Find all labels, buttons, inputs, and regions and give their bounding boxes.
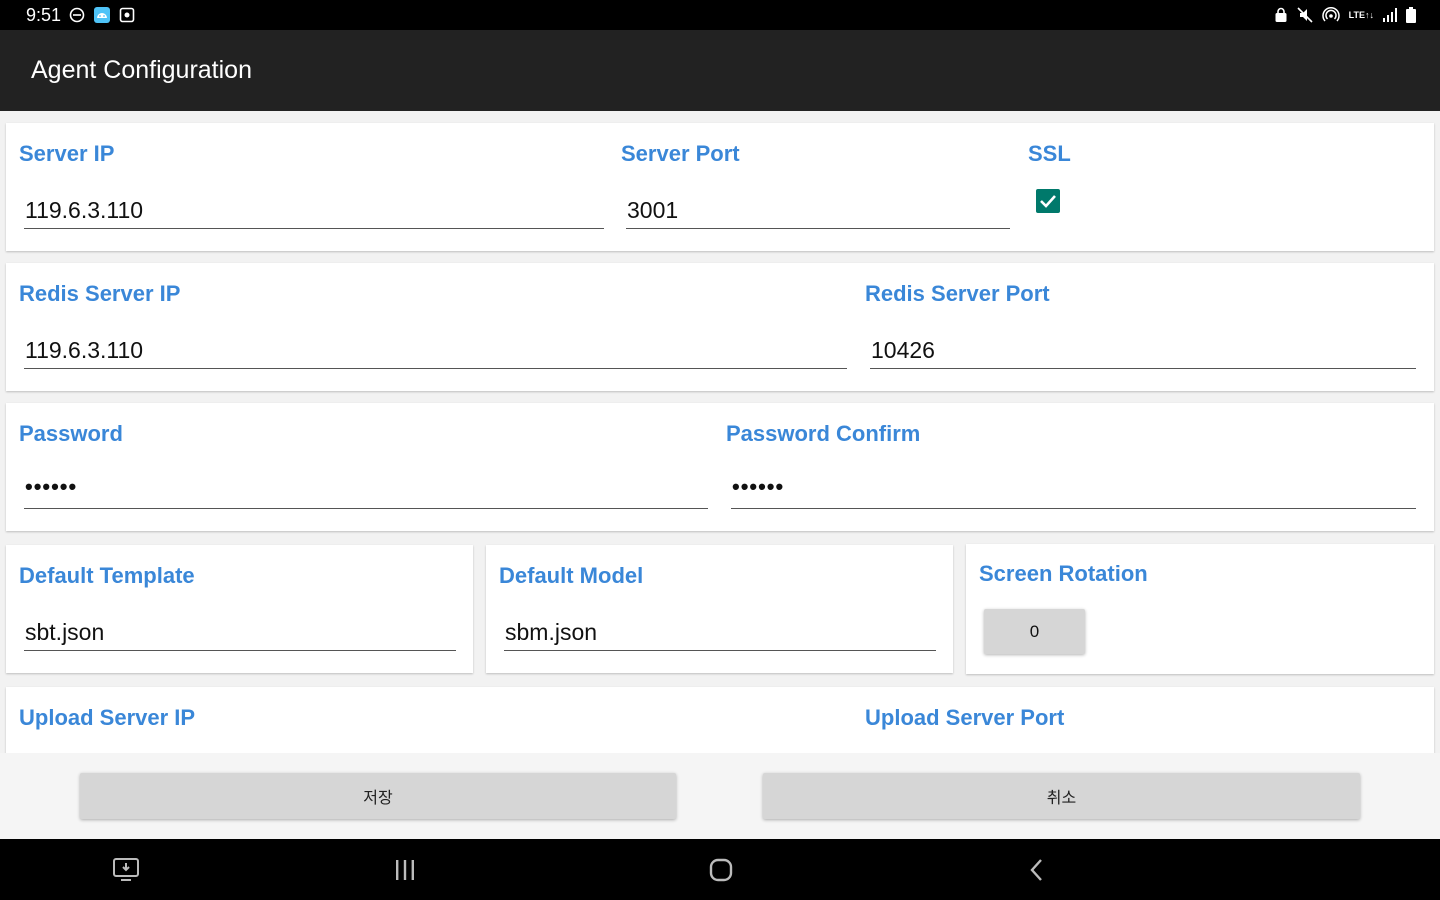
default-model-label: Default Model	[499, 563, 644, 588]
redis-ip-field[interactable]: 119.6.3.110	[24, 331, 847, 369]
screen-rotation-card: Screen Rotation 0	[966, 544, 1434, 674]
default-model-card: Default Model sbm.json	[486, 545, 953, 673]
screen-rotation-button[interactable]: 0	[984, 609, 1085, 654]
screen-cast-icon[interactable]	[109, 853, 143, 887]
server-port-label: Server Port	[621, 141, 740, 166]
cancel-button[interactable]: 취소	[763, 773, 1360, 819]
lte-icon: LTE ↑↓	[1348, 10, 1374, 20]
password-card: Password •••••• Password Confirm ••••••	[6, 403, 1434, 531]
server-card: Server IP 119.6.3.110 Server Port 3001 S…	[6, 123, 1434, 251]
password-label: Password	[19, 421, 123, 446]
lock-icon	[1274, 7, 1288, 23]
redis-port-field[interactable]: 10426	[870, 331, 1416, 369]
clock: 9:51	[26, 4, 62, 25]
redis-ip-label: Redis Server IP	[19, 281, 181, 306]
signal-icon	[1383, 8, 1397, 22]
server-ip-field[interactable]: 119.6.3.110	[24, 191, 604, 229]
default-template-field[interactable]: sbt.json	[24, 613, 456, 651]
default-template-card: Default Template sbt.json	[6, 545, 473, 673]
app-bar: Agent Configuration	[0, 30, 1440, 111]
server-ip-label: Server IP	[19, 141, 115, 166]
screen-rotation-label: Screen Rotation	[979, 561, 1148, 586]
password-confirm-label: Password Confirm	[726, 421, 921, 446]
ssl-label: SSL	[1028, 141, 1071, 166]
recent-apps-icon[interactable]	[388, 853, 422, 887]
navigation-bar	[0, 839, 1440, 900]
default-template-label: Default Template	[19, 563, 195, 588]
upload-ip-label: Upload Server IP	[19, 705, 196, 730]
action-bar: 저장 취소	[0, 753, 1440, 839]
mute-icon	[1297, 7, 1313, 23]
redis-card: Redis Server IP 119.6.3.110 Redis Server…	[6, 263, 1434, 391]
password-confirm-field[interactable]: ••••••	[731, 471, 1416, 509]
redis-port-label: Redis Server Port	[865, 281, 1050, 306]
status-bar: 9:51 LTE ↑↓	[0, 0, 1440, 30]
home-icon[interactable]	[704, 853, 738, 887]
lte-bottom-label: ↑↓	[1365, 10, 1374, 20]
status-left: 9:51	[26, 5, 135, 26]
battery-icon	[1406, 7, 1416, 23]
lte-top-label: LTE	[1348, 10, 1365, 20]
default-model-field[interactable]: sbm.json	[504, 613, 936, 651]
ssl-checkbox[interactable]	[1036, 189, 1060, 213]
dnd-icon	[69, 7, 85, 23]
settings-scroll-area[interactable]: Server IP 119.6.3.110 Server Port 3001 S…	[0, 111, 1440, 753]
page-title: Agent Configuration	[31, 56, 252, 84]
checkmark-icon	[1040, 195, 1056, 208]
hotspot-icon	[1321, 7, 1340, 23]
status-right: LTE ↑↓	[1274, 7, 1416, 23]
android-icon	[93, 6, 111, 24]
save-button[interactable]: 저장	[80, 773, 676, 819]
back-icon[interactable]	[1020, 853, 1054, 887]
server-port-field[interactable]: 3001	[626, 191, 1010, 229]
password-field[interactable]: ••••••	[24, 471, 708, 509]
screenshot-icon	[119, 7, 135, 23]
upload-port-label: Upload Server Port	[865, 705, 1065, 730]
upload-card: Upload Server IP Upload Server Port	[6, 687, 1434, 753]
